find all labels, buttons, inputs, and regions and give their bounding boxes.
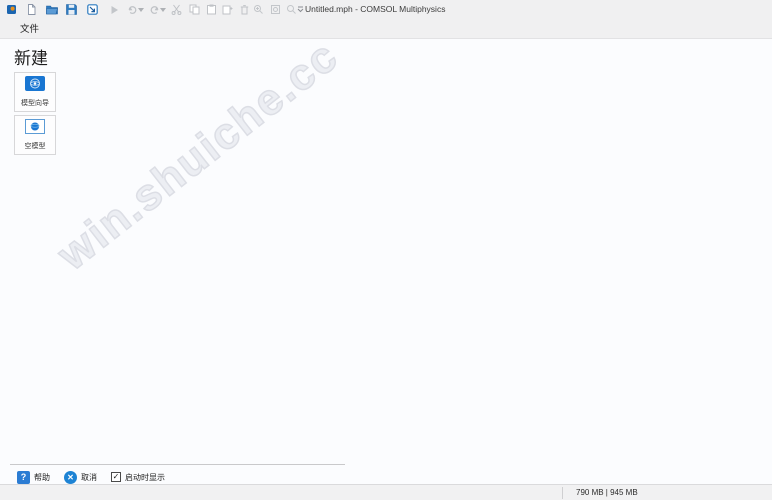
cut-icon [170,3,183,16]
delete-icon [238,3,251,16]
save-as-icon[interactable] [86,3,99,16]
option-label: 空模型 [24,143,46,150]
copy-icon [188,3,201,16]
paste-icon [205,3,218,16]
show-on-startup-label: 启动时显示 [125,472,165,482]
show-on-startup-toggle[interactable]: ✓ 启动时显示 [111,472,165,483]
zoom-in-icon [252,3,265,16]
cancel-icon: ✕ [64,470,77,484]
show-on-startup-checkbox[interactable]: ✓ [111,472,121,482]
option-label: 模型向导 [21,100,49,107]
app-logo-icon [5,3,18,16]
option-model-wizard[interactable]: 模型向导 [14,72,56,112]
menu-file[interactable]: 文件 [16,19,43,37]
statusbar: 790 MB | 945 MB [0,484,772,500]
cancel-button[interactable]: ✕ 取消 [64,470,97,484]
blank-model-icon [25,119,45,139]
toolbar-overflow-icon[interactable] [296,3,305,16]
memory-usage: 790 MB | 945 MB [576,488,638,497]
run-icon [108,3,121,16]
undo-dropdown-icon [137,3,145,16]
model-wizard-icon [25,76,45,96]
comsol-window: Untitled.mph - COMSOL Multiphysics 文件 wi… [0,0,772,500]
help-label: 帮助 [34,472,50,482]
window-title: Untitled.mph - COMSOL Multiphysics [305,4,446,14]
help-button[interactable]: ? 帮助 [17,470,50,484]
dialog-footer: ? 帮助 ✕ 取消 ✓ 启动时显示 [17,470,179,484]
open-file-icon[interactable] [45,3,58,16]
zoom-extents-icon [269,3,282,16]
status-divider [562,487,563,499]
menubar: 文件 [0,18,772,39]
dialog-heading: 新建 [14,49,48,68]
new-file-icon[interactable] [25,3,38,16]
new-dialog: win.shuiche.cc 新建 模型向导 空模型 ? 帮助 ✕ 取消 ✓ 启… [0,39,772,484]
save-icon[interactable] [65,3,78,16]
cancel-label: 取消 [81,472,97,482]
redo-dropdown-icon [159,3,167,16]
duplicate-icon [221,3,234,16]
footer-divider [10,464,345,465]
help-icon: ? [17,470,30,484]
option-blank-model[interactable]: 空模型 [14,115,56,155]
titlebar: Untitled.mph - COMSOL Multiphysics [0,0,772,18]
watermark: win.shuiche.cc [48,39,348,280]
